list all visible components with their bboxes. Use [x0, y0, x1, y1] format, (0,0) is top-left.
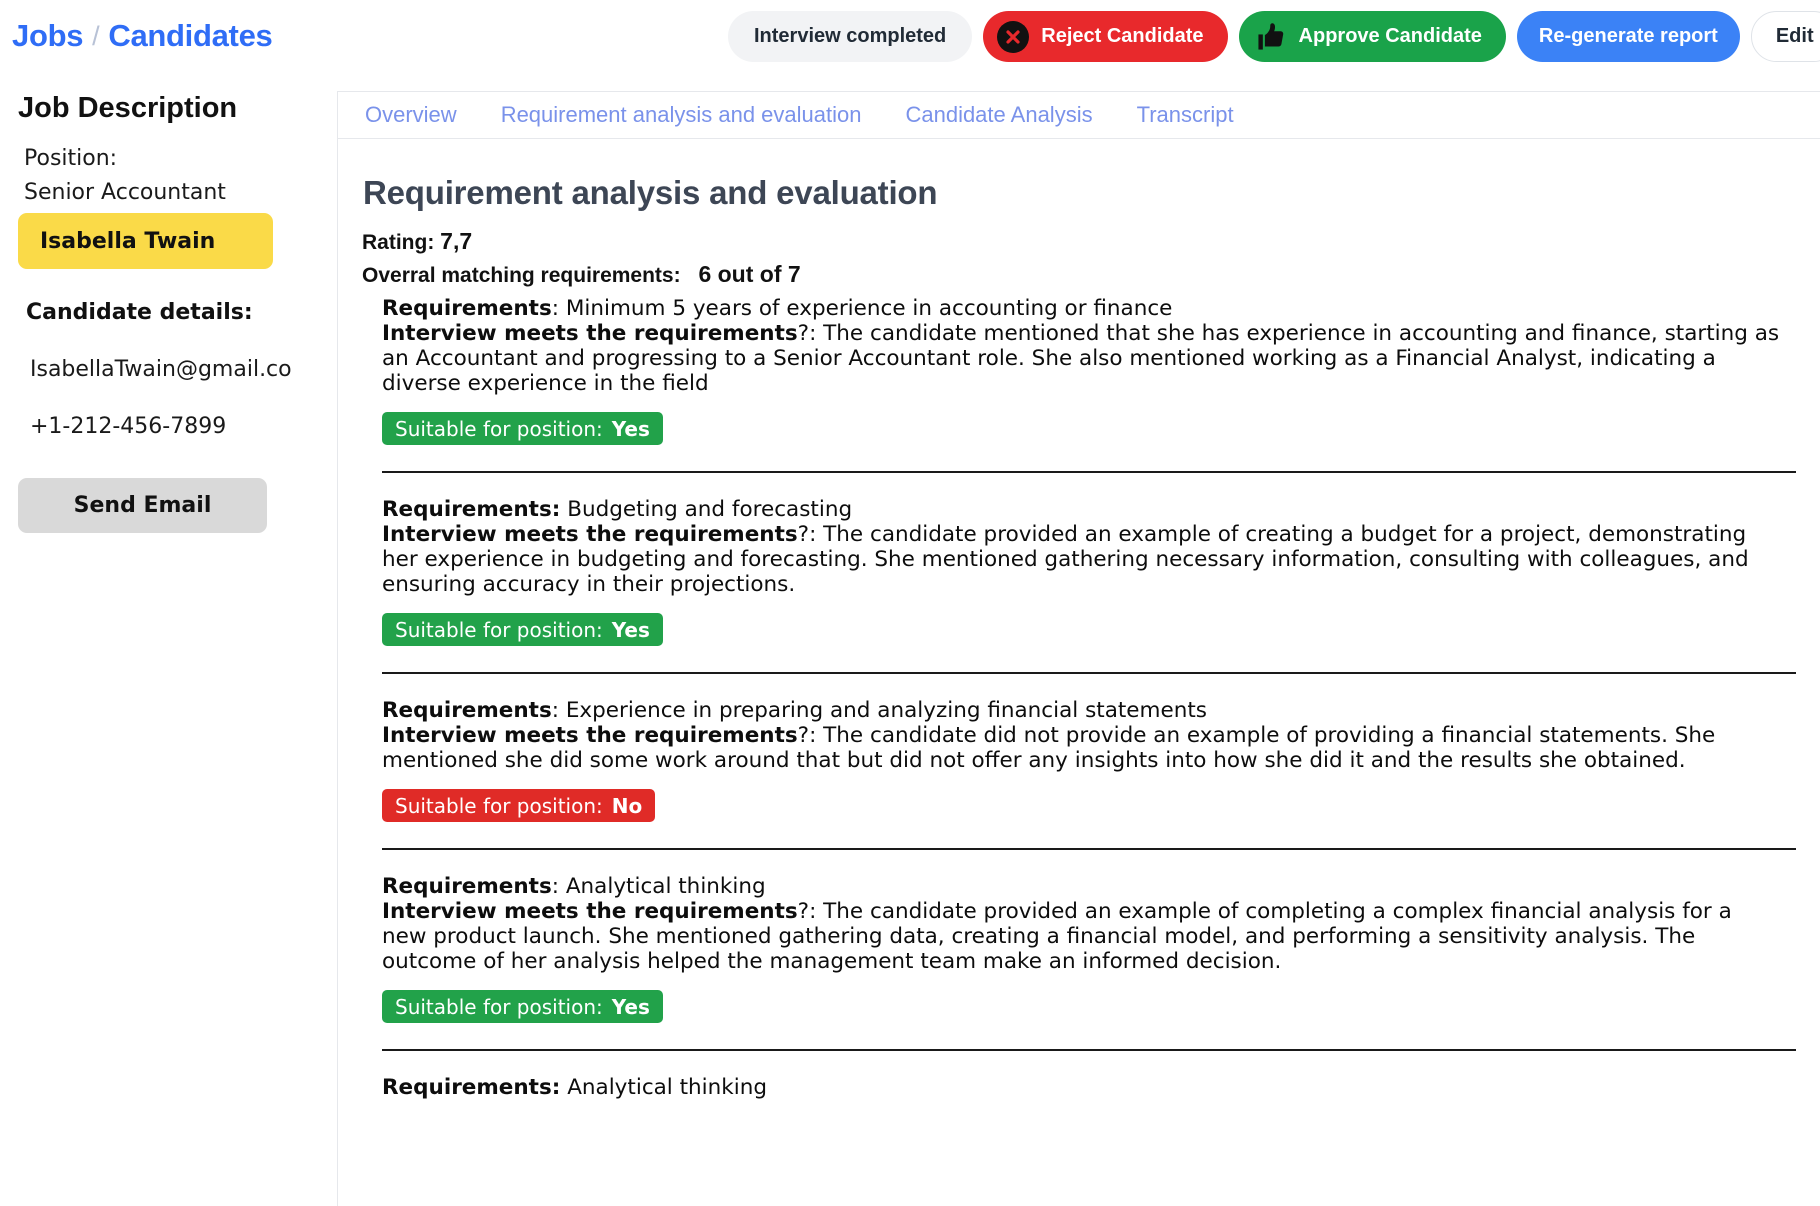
close-circle-icon: [997, 20, 1030, 53]
suitable-label: Suitable for position:: [395, 994, 603, 1019]
interview-meets-label: Interview meets the requirements: [382, 321, 798, 346]
interview-meets-label: Interview meets the requirements: [382, 723, 798, 748]
requirements-label: Requirements: [382, 296, 552, 321]
regenerate-report-button[interactable]: Re-generate report: [1516, 11, 1740, 62]
overall-label: Overral matching requirements:: [362, 264, 681, 287]
content-panel: Overview Requirement analysis and evalua…: [337, 91, 1820, 1206]
overall-matching-line: Overral matching requirements: 6 out of …: [362, 261, 801, 288]
requirements-label: Requirements:: [382, 497, 561, 522]
suitable-answer: Yes: [611, 617, 650, 642]
overall-value: 6 out of 7: [698, 261, 801, 287]
candidate-chip-isabella-twain[interactable]: Isabella Twain: [18, 213, 273, 269]
tab-overview[interactable]: Overview: [338, 102, 479, 128]
tab-requirement-analysis-and-evaluation[interactable]: Requirement analysis and evaluation: [479, 102, 884, 128]
requirements-label: Requirements:: [382, 1075, 561, 1100]
approve-candidate-label: Approve Candidate: [1298, 25, 1482, 47]
breadcrumb-jobs[interactable]: Jobs: [12, 18, 83, 54]
rating-value: 7,7: [440, 228, 473, 254]
requirement-text: Requirements: Analytical thinking Interv…: [382, 874, 1732, 974]
page-title: Requirement analysis and evaluation: [363, 174, 938, 211]
send-email-button[interactable]: Send Email: [18, 478, 267, 533]
panel-body: Requirement analysis and evaluation Rati…: [338, 139, 1820, 1205]
requirement-block: Requirements: Experience in preparing an…: [338, 698, 1820, 874]
edit-button[interactable]: Edit: [1750, 11, 1820, 62]
requirement-block: Requirements: Analytical thinking Interv…: [338, 874, 1820, 1075]
action-button-group: Interview completed Reject Candidate App…: [728, 11, 1820, 62]
reject-candidate-button[interactable]: Reject Candidate: [983, 11, 1228, 62]
requirement-block: Requirements: Analytical thinking: [338, 1075, 1820, 1100]
approve-candidate-button[interactable]: Approve Candidate: [1238, 11, 1506, 62]
rating-label: Rating: [362, 231, 428, 254]
position-label: Position:: [24, 146, 118, 171]
breadcrumb: Jobs / Candidates: [12, 18, 273, 54]
status-badge-interview-completed: Interview completed: [728, 11, 973, 62]
requirements-label: Requirements: [382, 698, 552, 723]
interview-meets-label: Interview meets the requirements: [382, 522, 798, 547]
requirement-value: Analytical thinking: [567, 1075, 767, 1100]
requirements-label: Requirements: [382, 874, 552, 899]
position-value: Senior Accountant: [24, 180, 226, 205]
thumbs-up-icon: [1255, 20, 1288, 53]
status-badge-suitable: Suitable for position: Yes: [382, 613, 663, 646]
suitable-answer: Yes: [611, 416, 650, 441]
position-info: Position: Senior Accountant: [24, 142, 314, 210]
reject-candidate-label: Reject Candidate: [1041, 25, 1204, 47]
job-description-heading: Job Description: [18, 92, 238, 124]
tab-bar: Overview Requirement analysis and evalua…: [338, 92, 1820, 139]
suitable-label: Suitable for position:: [395, 617, 603, 642]
status-badge-suitable: Suitable for position: Yes: [382, 990, 663, 1023]
candidate-email: IsabellaTwain@gmail.co: [30, 357, 292, 382]
requirement-value: Minimum 5 years of experience in account…: [565, 296, 1173, 321]
top-bar: Jobs / Candidates Interview completed Re…: [0, 0, 1820, 82]
requirement-value: Budgeting and forecasting: [567, 497, 853, 522]
requirement-text: Requirements: Experience in preparing an…: [382, 698, 1716, 773]
suitable-answer: No: [611, 793, 643, 818]
requirement-value: Experience in preparing and analyzing fi…: [565, 698, 1207, 723]
status-badge-suitable: Suitable for position: No: [382, 789, 656, 822]
suitable-label: Suitable for position:: [395, 416, 603, 441]
sidebar: Job Description Position: Senior Account…: [0, 82, 337, 1206]
suitable-answer: Yes: [611, 994, 650, 1019]
app-root: Jobs / Candidates Interview completed Re…: [0, 0, 1820, 1206]
rating-line: Rating: 7,7: [362, 228, 473, 254]
candidate-phone: +1-212-456-7899: [30, 414, 227, 439]
requirement-text: Requirements: Minimum 5 years of experie…: [382, 296, 1780, 396]
breadcrumb-separator: /: [92, 20, 100, 51]
candidate-details-heading: Candidate details:: [26, 300, 253, 325]
tab-candidate-analysis[interactable]: Candidate Analysis: [883, 102, 1114, 128]
requirement-value: Analytical thinking: [565, 874, 766, 899]
status-badge-suitable: Suitable for position: Yes: [382, 412, 663, 445]
suitable-label: Suitable for position:: [395, 793, 603, 818]
requirement-block: Requirements: Budgeting and forecasting …: [338, 497, 1820, 698]
requirement-text: Requirements: Analytical thinking: [338, 1075, 1820, 1100]
requirement-block: Requirements: Minimum 5 years of experie…: [338, 296, 1820, 497]
breadcrumb-candidates[interactable]: Candidates: [108, 18, 272, 54]
tab-transcript[interactable]: Transcript: [1115, 102, 1256, 128]
interview-meets-label: Interview meets the requirements: [382, 899, 798, 924]
requirement-list: Requirements: Minimum 5 years of experie…: [338, 296, 1820, 1100]
requirement-text: Requirements: Budgeting and forecasting …: [382, 497, 1749, 597]
